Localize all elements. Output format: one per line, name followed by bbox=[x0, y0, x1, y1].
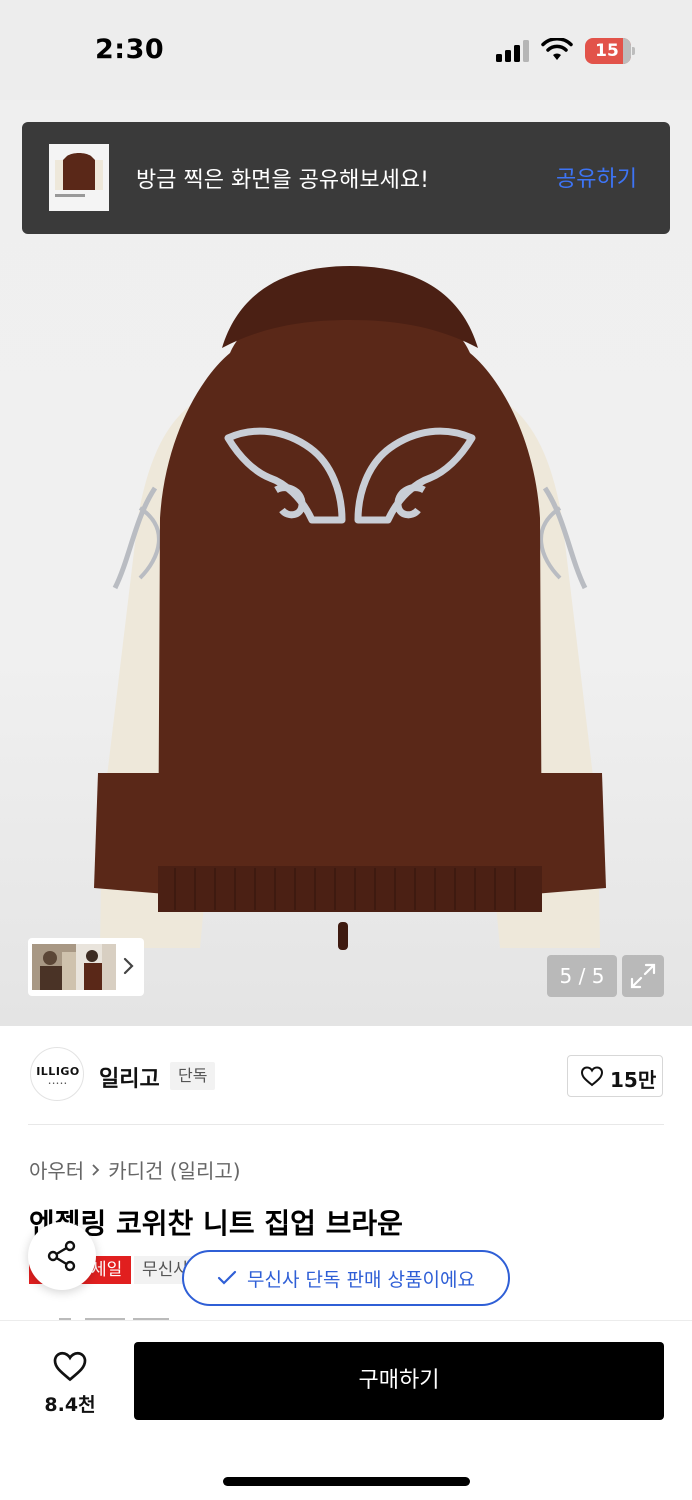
wishlist-button[interactable]: 8.4천 bbox=[30, 1345, 110, 1421]
wifi-icon bbox=[541, 38, 573, 60]
brand-logo[interactable]: ILLIGO ••••• bbox=[30, 1047, 84, 1101]
exclusive-notice-text: 무신사 단독 판매 상품이에요 bbox=[247, 1268, 475, 1291]
thumbnail-model-1[interactable] bbox=[32, 944, 76, 990]
product-image-sweater bbox=[94, 266, 606, 950]
battery-icon: 15 bbox=[585, 38, 635, 64]
brand-logo-text: ILLIGO bbox=[36, 1065, 80, 1078]
gallery-counter: 5 / 5 bbox=[547, 955, 617, 997]
product-image-gallery[interactable] bbox=[0, 100, 692, 1026]
share-icon bbox=[47, 1240, 76, 1272]
exclusive-notice: 무신사 단독 판매 상품이에요 bbox=[182, 1250, 510, 1306]
exclusive-badge: 단독 bbox=[170, 1062, 216, 1090]
heart-icon bbox=[53, 1351, 87, 1382]
thumbnail-model-2[interactable] bbox=[76, 944, 116, 990]
chevron-right-icon[interactable] bbox=[120, 952, 138, 980]
toast-message: 방금 찍은 화면을 공유해보세요! bbox=[136, 168, 429, 193]
breadcrumb-outer[interactable]: 아우터 bbox=[29, 1155, 84, 1184]
brand-like-count: 15만 bbox=[610, 1068, 657, 1092]
check-icon bbox=[217, 1270, 237, 1285]
screenshot-thumbnail-image bbox=[49, 144, 109, 211]
status-bar: 2:30 15 bbox=[0, 0, 692, 100]
heart-icon bbox=[580, 1066, 604, 1087]
screenshot-thumbnail[interactable] bbox=[49, 144, 109, 211]
status-time: 2:30 bbox=[95, 34, 165, 65]
chevron-right-icon bbox=[92, 1163, 100, 1176]
share-button[interactable] bbox=[28, 1222, 96, 1290]
breadcrumb: 아우터 카디건 (일리고) bbox=[29, 1155, 241, 1184]
buy-button[interactable]: 구매하기 bbox=[134, 1342, 664, 1420]
share-now-button[interactable]: 공유하기 bbox=[556, 161, 637, 193]
divider bbox=[28, 1124, 664, 1125]
wishlist-count: 8.4천 bbox=[44, 1394, 96, 1416]
share-toast: 방금 찍은 화면을 공유해보세요! 공유하기 bbox=[22, 122, 670, 234]
gallery-thumbnails[interactable] bbox=[28, 938, 144, 996]
home-indicator bbox=[223, 1477, 470, 1486]
bottom-action-bar: 8.4천 구매하기 bbox=[0, 1320, 692, 1500]
expand-icon bbox=[630, 963, 656, 989]
battery-level: 15 bbox=[595, 41, 619, 61]
brand-name[interactable]: 일리고 bbox=[99, 1061, 160, 1093]
signal-icon bbox=[496, 40, 529, 62]
brand-like-button[interactable]: 15만 bbox=[567, 1055, 663, 1097]
breadcrumb-cardigan[interactable]: 카디건 (일리고) bbox=[108, 1155, 240, 1184]
expand-button[interactable] bbox=[622, 955, 664, 997]
